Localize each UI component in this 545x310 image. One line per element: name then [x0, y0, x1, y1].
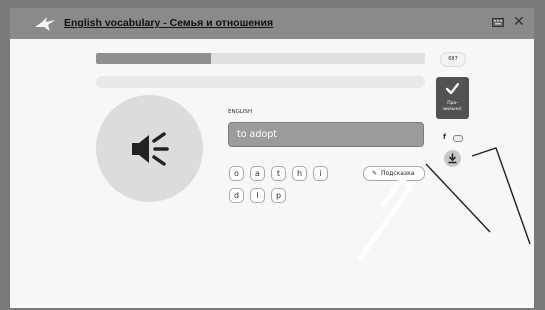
watermark-scribble	[356, 147, 531, 262]
app-window: English vocabulary - Семья и отношения ✕…	[10, 8, 534, 308]
